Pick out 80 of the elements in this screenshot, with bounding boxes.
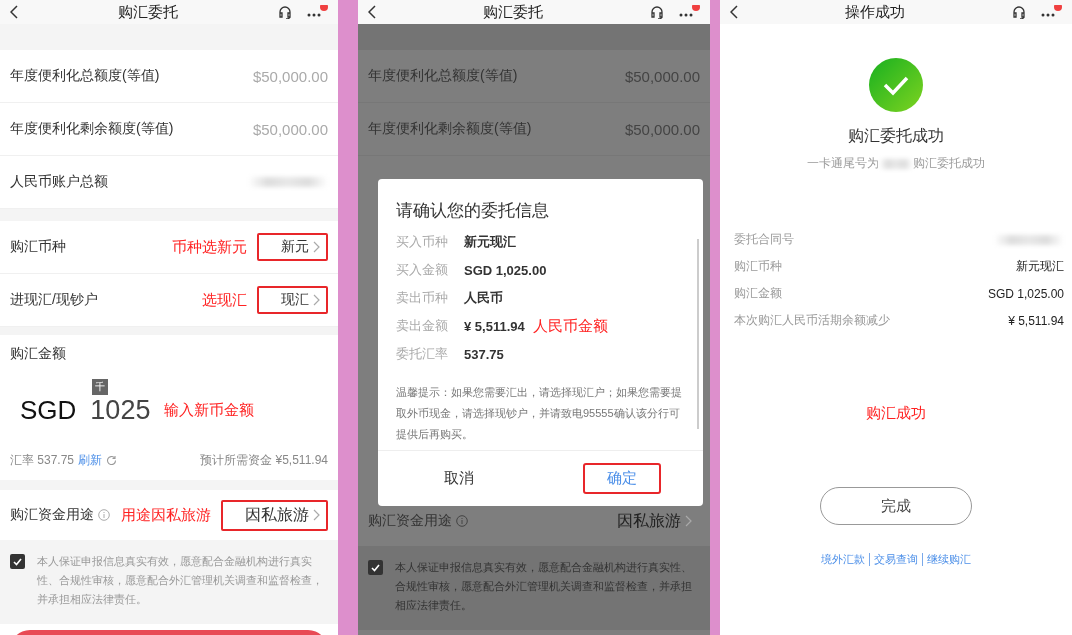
dialog-title: 请确认您的委托信息 (395, 200, 550, 222)
success-subtitle: 一卡通尾号为 购汇委托成功 (807, 155, 985, 172)
agreement-text: 本人保证申报信息真实有效，愿意配合金融机构进行真实性、合规性审核，愿意配合外汇管理机关调查和监督检查，并承担相应法律责任。 (37, 554, 324, 607)
chevron-right-icon (313, 241, 320, 253)
page-title: 操作成功 (845, 2, 905, 22)
chevron-right-icon (313, 294, 320, 306)
chevron-right-icon (313, 509, 320, 521)
headset-icon[interactable] (650, 5, 664, 19)
unit-hint: 千 (92, 379, 109, 395)
field-label: 卖出币种 (396, 289, 449, 307)
field-label: 买入币种 (396, 233, 449, 251)
more-icon[interactable] (306, 5, 328, 19)
page-title: 购汇委托 (118, 2, 178, 22)
tip-text: 温馨提示：如果您需要汇出，请选择现汇户；如果您需要提取外币现金，请选择现钞户，并请致电95555确认该分行可提供后再购买。 (395, 385, 683, 442)
detail-label: 购汇币种 (734, 258, 782, 275)
field-value: 537.75 (464, 346, 504, 362)
row-value: $50,000.00 (252, 67, 328, 85)
detail-value: SGD 1,025.00 (987, 286, 1064, 301)
refresh-icon[interactable] (106, 455, 118, 466)
row-label: 年度便利化总额度(等值) (10, 67, 160, 85)
detail-label: 本次购汇人民币活期余额减少 (734, 312, 890, 329)
success-check-icon (869, 58, 923, 112)
exchange-rate: 汇率 537.75 (10, 452, 75, 469)
select-field[interactable]: 因私旅游 (593, 505, 700, 537)
chevron-right-icon (685, 515, 692, 527)
detail-label: 委托合同号 (734, 231, 794, 248)
scrollbar[interactable] (697, 239, 699, 429)
annotation: 币种选新元 (172, 237, 247, 257)
row-value: $50,000.00 (624, 120, 700, 138)
checkbox[interactable] (10, 554, 25, 569)
annotation: 输入新币金额 (164, 401, 255, 420)
select-field[interactable]: 新元 (257, 233, 328, 261)
back-icon[interactable] (368, 5, 376, 19)
row-label: 购汇资金用途 (368, 512, 452, 530)
amount-input[interactable]: 1025 (90, 395, 151, 426)
field-label: 委托汇率 (396, 345, 449, 363)
row-label: 年度便利化剩余额度(等值) (10, 120, 174, 138)
row-label: 年度便利化剩余额度(等值) (368, 120, 532, 138)
detail-value: ¥ 5,511.94 (1008, 313, 1064, 328)
action-link[interactable]: 交易查询 (874, 552, 918, 567)
field-label: 买入金额 (396, 261, 449, 279)
row-label: 购汇资金用途 (10, 506, 94, 524)
select-field[interactable]: 现汇 (257, 286, 328, 314)
select-field[interactable]: 因私旅游 (221, 499, 328, 531)
field-value: SGD 1,025.00 (464, 262, 547, 278)
detail-value: 新元现汇 (1016, 258, 1064, 275)
action-link[interactable]: 继续购汇 (927, 552, 971, 567)
field-label: 卖出金额 (396, 317, 449, 335)
cancel-button[interactable]: 取消 (420, 463, 499, 494)
field-value: 新元现汇 (464, 233, 516, 251)
currency-code: SGD (20, 395, 77, 426)
success-heading: 购汇委托成功 (848, 126, 944, 146)
row-label: 购汇币种 (10, 238, 66, 256)
row-label: 人民币账户总额 (10, 173, 108, 191)
detail-label: 购汇金额 (734, 285, 782, 302)
checkmark-icon (371, 563, 380, 572)
headset-icon[interactable] (278, 5, 292, 19)
checkmark-icon (13, 557, 22, 566)
checkbox[interactable] (368, 560, 383, 575)
back-icon[interactable] (10, 5, 18, 19)
done-button[interactable]: 完成 (820, 487, 972, 525)
section-label: 购汇金额 (10, 345, 67, 363)
page-title: 购汇委托 (483, 2, 543, 22)
annotation: 用途因私旅游 (121, 505, 211, 525)
field-value: 人民币 (464, 289, 503, 307)
action-link[interactable]: 境外汇款 (821, 552, 865, 567)
refresh-link[interactable]: 刷新 (78, 452, 103, 469)
row-label: 年度便利化总额度(等值) (368, 67, 518, 85)
more-icon[interactable] (1040, 5, 1062, 19)
annotation: 购汇成功 (866, 404, 926, 423)
annotation: 人民币金额 (532, 316, 608, 336)
row-label: 进现汇/现钞户 (10, 291, 98, 309)
field-value: ¥ 5,511.94 (464, 318, 525, 334)
estimated-funds: 预计所需资金 ¥5,511.94 (200, 452, 328, 469)
more-icon[interactable] (678, 5, 700, 19)
row-value: $50,000.00 (252, 120, 328, 138)
headset-icon[interactable] (1012, 5, 1026, 19)
annotation: 选现汇 (202, 290, 247, 310)
back-icon[interactable] (730, 5, 738, 19)
row-value: $50,000.00 (624, 67, 700, 85)
